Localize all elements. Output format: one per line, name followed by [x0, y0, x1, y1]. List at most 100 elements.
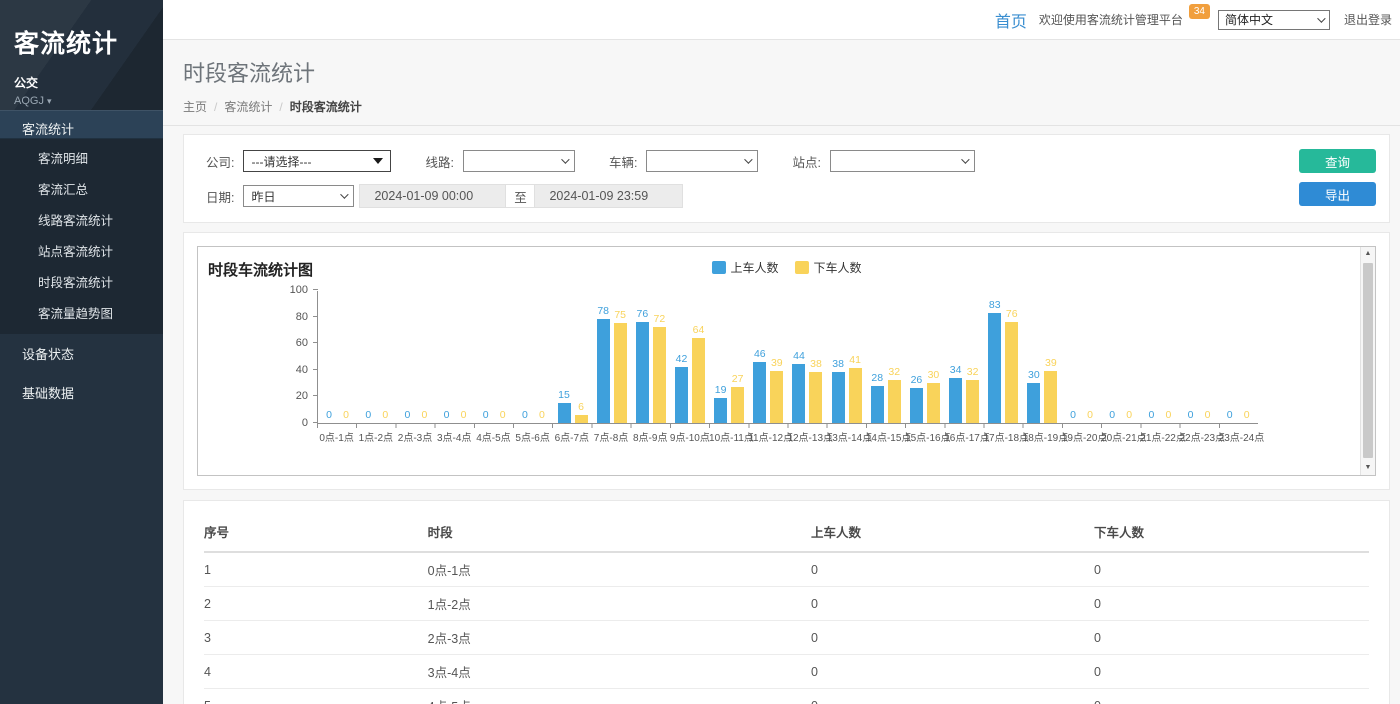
x-axis-label: 9点-10点	[670, 429, 709, 444]
bar	[575, 415, 588, 423]
table-header: 时段	[428, 513, 811, 552]
bar-value-label: 39	[1038, 357, 1064, 369]
x-axis-label: 22点-23点	[1179, 429, 1218, 444]
chart-x-labels: 0点-1点1点-2点2点-3点3点-4点4点-5点5点-6点6点-7点7点-8点…	[317, 429, 1258, 444]
x-axis-label: 20点-21点	[1101, 429, 1140, 444]
chevron-down-icon	[1317, 14, 1325, 22]
chart-panel: 时段车流统计图 上车人数下车人数 020406080100 0000000000…	[183, 232, 1390, 490]
chevron-down-icon	[341, 190, 349, 198]
bar-group: 00	[514, 291, 553, 423]
station-select[interactable]	[830, 150, 975, 172]
table-header: 下车人数	[1094, 513, 1369, 552]
bar-group: 00	[435, 291, 474, 423]
date-preset-select[interactable]: 昨日	[243, 185, 354, 207]
x-axis-label: 12点-13点	[787, 429, 826, 444]
bar-group: 00	[1101, 291, 1140, 423]
bar-group: 00	[1179, 291, 1218, 423]
query-button[interactable]: 查询	[1299, 149, 1376, 173]
date-label: 日期:	[206, 187, 234, 206]
bar-group: 00	[1062, 291, 1101, 423]
breadcrumb-parent[interactable]: 客流统计	[224, 100, 272, 114]
line-select[interactable]	[463, 150, 575, 172]
scroll-up-icon[interactable]: ▲	[1361, 247, 1375, 261]
company-label: 公司:	[206, 152, 234, 171]
bar	[792, 364, 805, 423]
home-link[interactable]: 首页	[995, 8, 1027, 32]
bar	[753, 362, 766, 423]
y-axis-tick	[313, 289, 318, 290]
org-name: 公交	[14, 74, 149, 91]
bar-group: 1927	[710, 291, 749, 423]
bar-group: 156	[553, 291, 592, 423]
legend-item: 下车人数	[795, 259, 862, 276]
sidebar-subitem-站点客流统计[interactable]: 站点客流统计	[0, 235, 163, 266]
chart-scrollbar[interactable]: ▲ ▼	[1360, 247, 1375, 475]
table-header: 序号	[204, 513, 428, 552]
bar	[1005, 322, 1018, 423]
company-select[interactable]: ---请选择---	[243, 150, 391, 172]
x-axis-label: 2点-3点	[395, 429, 434, 444]
page-title: 时段客流统计	[183, 56, 1380, 88]
bar-group: 00	[396, 291, 435, 423]
y-axis-label: 0	[268, 417, 308, 429]
scrollbar-thumb[interactable]	[1363, 263, 1373, 458]
bar	[692, 338, 705, 423]
legend-swatch	[711, 261, 725, 274]
sidebar-subitem-客流明细[interactable]: 客流明细	[0, 142, 163, 173]
sidebar-item-基础数据[interactable]: 基础数据	[0, 373, 163, 412]
x-axis-label: 6点-7点	[552, 429, 591, 444]
bar-group: 00	[357, 291, 396, 423]
chevron-down-icon	[561, 155, 569, 163]
y-axis-label: 80	[268, 311, 308, 323]
sidebar-subitem-客流汇总[interactable]: 客流汇总	[0, 173, 163, 204]
x-axis-label: 14点-15点	[866, 429, 905, 444]
date-separator: 至	[506, 184, 534, 208]
sidebar-item-passenger-stats[interactable]: 客流统计	[0, 110, 163, 139]
chevron-down-icon	[961, 155, 969, 163]
bar	[714, 398, 727, 423]
sidebar-subitem-时段客流统计[interactable]: 时段客流统计	[0, 266, 163, 297]
bar	[597, 319, 610, 423]
export-button[interactable]: 导出	[1299, 182, 1376, 206]
app-logo: 客流统计	[14, 24, 149, 60]
table-header: 上车人数	[811, 513, 1094, 552]
sidebar-subitem-线路客流统计[interactable]: 线路客流统计	[0, 204, 163, 235]
page-head: 时段客流统计 主页/客流统计/时段客流统计	[163, 40, 1400, 126]
y-axis-label: 60	[268, 337, 308, 349]
x-axis-label: 16点-17点	[944, 429, 983, 444]
sidebar-subitem-客流量趋势图[interactable]: 客流量趋势图	[0, 297, 163, 328]
bar-group: 00	[318, 291, 357, 423]
sidebar: 客流统计 公交 AQGJ▾ 客流统计 客流明细客流汇总线路客流统计站点客流统计时…	[0, 0, 163, 704]
breadcrumb-home[interactable]: 主页	[183, 100, 207, 114]
x-axis-label: 18点-19点	[1023, 429, 1062, 444]
chart-plot: 020406080100 000000000000156787576724264…	[317, 291, 1258, 424]
bar-value-label: 41	[842, 354, 868, 366]
bar-group: 3432	[945, 291, 984, 423]
table-panel: 序号时段上车人数下车人数 10点-1点0021点-2点0032点-3点0043点…	[183, 500, 1390, 704]
date-to-input[interactable]: 2024-01-09 23:59	[534, 184, 683, 208]
x-axis-label: 10点-11点	[709, 429, 748, 444]
logout-link[interactable]: 退出登录	[1344, 11, 1392, 28]
bar	[809, 372, 822, 423]
date-from-input[interactable]: 2024-01-09 00:00	[359, 184, 506, 208]
x-axis-label: 17点-18点	[983, 429, 1022, 444]
x-axis-label: 8点-9点	[631, 429, 670, 444]
chart-legend: 上车人数下车人数	[711, 259, 861, 276]
sidebar-logo-area: 客流统计 公交 AQGJ▾	[0, 0, 163, 110]
x-axis-label: 5点-6点	[513, 429, 552, 444]
org-code-dropdown[interactable]: AQGJ▾	[14, 95, 149, 107]
sidebar-item-设备状态[interactable]: 设备状态	[0, 334, 163, 373]
scroll-down-icon[interactable]: ▼	[1361, 461, 1375, 475]
bar-value-label: 32	[960, 366, 986, 378]
bar	[1044, 371, 1057, 423]
notification-badge[interactable]: 34	[1189, 4, 1210, 19]
x-axis-label: 21点-22点	[1140, 429, 1179, 444]
bar-value-label: 19	[708, 384, 734, 396]
dropdown-triangle-icon	[373, 158, 383, 164]
bar-group: 4264	[670, 291, 709, 423]
table-row: 21点-2点00	[204, 587, 1369, 621]
bar-group: 4639	[749, 291, 788, 423]
language-select[interactable]: 简体中文	[1218, 10, 1330, 30]
bar-group: 4438	[788, 291, 827, 423]
vehicle-select[interactable]	[646, 150, 758, 172]
